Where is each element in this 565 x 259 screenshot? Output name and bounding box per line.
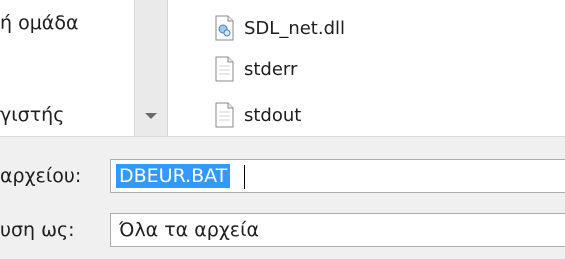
filename-field[interactable]: DBEUR.BAT (110, 159, 565, 193)
dll-file-icon (212, 15, 236, 41)
file-name: SDL_net.dll (244, 17, 346, 39)
list-item[interactable]: stdout (212, 100, 301, 130)
nav-item-group[interactable]: ή ομάδα (0, 12, 78, 34)
scroll-down-arrow-icon[interactable] (145, 113, 157, 119)
save-type-select[interactable]: Όλα τα αρχεία (110, 213, 565, 247)
save-type-value: Όλα τα αρχεία (119, 219, 260, 241)
save-options-panel: αρχείου: DBEUR.BAT υση ως: Όλα τα αρχεία (0, 136, 565, 259)
list-item[interactable]: SDL_net.dll (212, 13, 345, 43)
file-name: stdout (244, 104, 302, 126)
navigation-pane: ή ομάδα γιστής (0, 0, 134, 136)
filename-label: αρχείου: (0, 165, 82, 187)
list-item[interactable]: stderr (212, 54, 297, 84)
text-caret (244, 165, 245, 189)
file-list: SDL_net.dll stderr stdout (168, 0, 565, 136)
file-name: stderr (244, 58, 298, 80)
nav-item-computer[interactable]: γιστής (0, 104, 64, 126)
save-type-label: υση ως: (0, 219, 75, 241)
filename-selected-text: DBEUR.BAT (116, 164, 231, 188)
nav-scrollbar[interactable] (134, 0, 168, 136)
text-file-icon (212, 102, 236, 128)
text-file-icon (212, 56, 236, 82)
